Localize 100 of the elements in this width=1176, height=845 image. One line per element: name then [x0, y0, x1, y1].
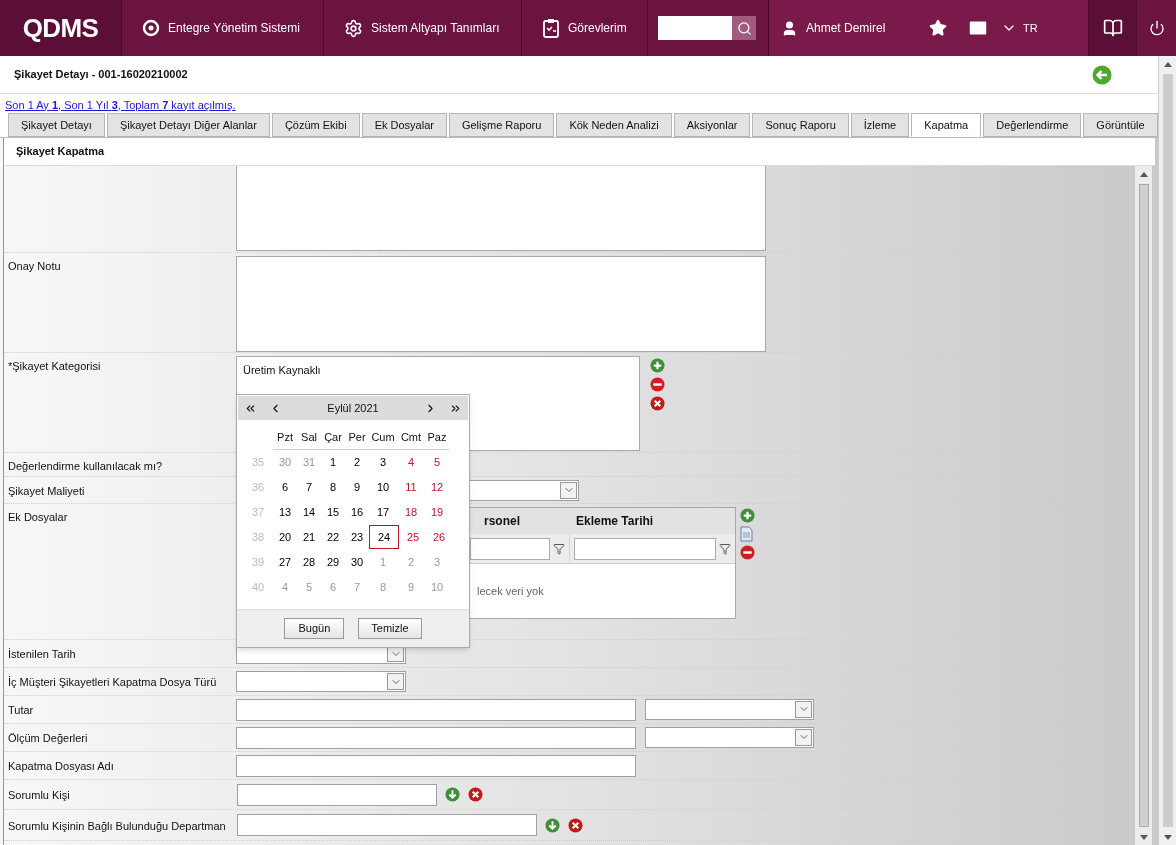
calendar-day[interactable]: 13: [273, 500, 297, 524]
calendar-day[interactable]: 3: [369, 450, 397, 474]
user-name[interactable]: Ahmet Demirel: [806, 19, 886, 37]
calendar-day[interactable]: 17: [369, 500, 397, 524]
language-selector[interactable]: TR: [1023, 19, 1038, 37]
calendar-day[interactable]: 29: [321, 550, 345, 574]
tab[interactable]: Şikayet Detayı Diğer Alanlar: [106, 113, 270, 137]
download-icon[interactable]: [545, 817, 560, 833]
filter-input[interactable]: [470, 537, 550, 560]
tab[interactable]: İzleme: [850, 113, 910, 137]
text-input[interactable]: [236, 754, 636, 777]
calendar-day[interactable]: 25: [399, 525, 427, 549]
calendar-day[interactable]: 20: [273, 525, 297, 549]
remove-icon[interactable]: [650, 377, 665, 392]
calendar-day[interactable]: 23: [345, 525, 369, 549]
text-input[interactable]: [236, 726, 636, 749]
scroll-down-icon[interactable]: [1163, 834, 1172, 840]
clear-icon[interactable]: [568, 817, 583, 833]
text-input[interactable]: [237, 814, 537, 836]
tab[interactable]: Görüntüle: [1083, 113, 1158, 137]
tab[interactable]: Kök Neden Analizi: [556, 113, 672, 137]
calendar-day[interactable]: 15: [321, 500, 345, 524]
filter-icon[interactable]: [553, 542, 565, 555]
tab[interactable]: Ek Dosyalar: [361, 113, 447, 137]
field-label: Şikayet Maliyeti: [8, 484, 85, 497]
calendar-day[interactable]: 28: [297, 550, 321, 574]
field-label: Tutar: [8, 704, 34, 717]
calendar-day[interactable]: 2: [345, 450, 369, 474]
weekday-label: Cum: [370, 430, 396, 445]
scroll-up-icon[interactable]: [1139, 171, 1148, 177]
text-area[interactable]: [236, 256, 766, 352]
dropdown-button[interactable]: [795, 728, 812, 746]
favorites-icon[interactable]: [929, 19, 947, 37]
calendar-day[interactable]: 4: [397, 450, 425, 474]
calendar-day[interactable]: 8: [321, 475, 345, 499]
calendar-day[interactable]: 26: [427, 525, 451, 549]
inner-scrollbar[interactable]: [1134, 166, 1152, 845]
back-icon[interactable]: [1092, 64, 1112, 85]
select-field[interactable]: [645, 726, 814, 748]
dropdown-button[interactable]: [560, 481, 577, 499]
calendar-day[interactable]: 16: [345, 500, 369, 524]
dropdown-button[interactable]: [387, 673, 404, 690]
week-number: 40: [250, 579, 266, 595]
select-field[interactable]: [236, 671, 406, 692]
calendar-day[interactable]: 24: [369, 525, 399, 549]
search-field[interactable]: [658, 16, 732, 40]
calendar-day[interactable]: 22: [321, 525, 345, 549]
logo-icon: [142, 19, 160, 37]
calendar-day[interactable]: 18: [397, 500, 425, 524]
calendar-button[interactable]: Temizle: [358, 617, 422, 639]
list-item[interactable]: Üretim Kaynaklı: [243, 362, 633, 379]
scroll-up-icon[interactable]: [1163, 61, 1172, 67]
select-field[interactable]: [645, 698, 814, 720]
page-scrollbar[interactable]: [1158, 56, 1176, 845]
delete-icon[interactable]: [650, 396, 665, 411]
summary-link[interactable]: Son 1 Ay 1, Son 1 Yıl 3, Toplam 7 kayıt açılmış.: [5, 96, 236, 113]
calendar-day[interactable]: 10: [369, 475, 397, 499]
calendar-day[interactable]: 14: [297, 500, 321, 524]
calendar-day[interactable]: 19: [425, 500, 449, 524]
section-title: Şikayet Kapatma: [16, 144, 105, 160]
clear-icon[interactable]: [468, 787, 483, 802]
calendar-button[interactable]: Bugün: [284, 617, 345, 639]
page-title: Şikayet Detayı - 001-16020210002: [14, 67, 188, 83]
calendar-day[interactable]: 9: [345, 475, 369, 499]
dropdown-button[interactable]: [795, 700, 812, 718]
filter-input[interactable]: [574, 537, 716, 560]
power-icon[interactable]: [1148, 20, 1165, 36]
tab[interactable]: Sonuç Raporu: [752, 113, 849, 137]
tab[interactable]: Kapatma: [911, 113, 982, 137]
text-input[interactable]: [237, 783, 437, 806]
document-icon[interactable]: [740, 526, 753, 542]
calendar-day[interactable]: 6: [273, 475, 297, 499]
tab[interactable]: Aksiyonlar: [673, 113, 751, 137]
field-label: Sorumlu Kişinin Bağlı Bulunduğu Departman: [8, 819, 226, 832]
search-button[interactable]: [732, 16, 756, 40]
download-icon[interactable]: [445, 787, 460, 802]
clipboard-icon: [542, 18, 560, 38]
calendar-day[interactable]: 12: [425, 475, 449, 499]
calendar-day[interactable]: 1: [321, 450, 345, 474]
week-number: 38: [250, 529, 266, 545]
tab[interactable]: Çözüm Ekibi: [271, 113, 360, 137]
text-input[interactable]: [236, 698, 636, 721]
calendar-day[interactable]: 5: [425, 450, 449, 474]
weekday-label: Sal: [300, 430, 318, 445]
calendar-day[interactable]: 11: [397, 475, 425, 499]
book-icon[interactable]: [1102, 18, 1123, 38]
tab[interactable]: Değerlendirme: [983, 113, 1082, 137]
calendar-day[interactable]: 21: [297, 525, 321, 549]
calendar-day[interactable]: 27: [273, 550, 297, 574]
column-header: Ekleme Tarihi: [575, 513, 654, 530]
filter-icon[interactable]: [719, 542, 731, 555]
add-icon[interactable]: [650, 358, 665, 373]
calendar-day[interactable]: 7: [297, 475, 321, 499]
calendar-day[interactable]: 30: [345, 550, 369, 574]
tab[interactable]: Şikayet Detayı: [8, 113, 105, 137]
tab[interactable]: Gelişme Raporu: [448, 113, 555, 137]
scroll-down-icon[interactable]: [1139, 834, 1148, 840]
add-icon[interactable]: [740, 508, 755, 523]
field-label: İç Müşteri Şikayetleri Kapatma Dosya Türü: [8, 676, 217, 689]
remove-icon[interactable]: [740, 545, 755, 560]
